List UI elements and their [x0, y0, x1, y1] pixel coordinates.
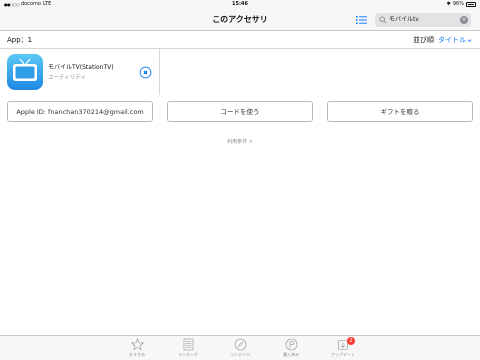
tab-featured[interactable]: おすすめ	[117, 338, 157, 360]
tab-purchased[interactable]: 購入済み	[271, 338, 311, 360]
star-icon	[130, 338, 144, 351]
status-bar: ●●○○○ docomo LTE 15:46 ✱ 96%	[0, 0, 480, 9]
sort-value: タイトル	[438, 36, 466, 44]
compass-icon	[234, 338, 246, 351]
battery-icon	[466, 2, 476, 7]
bluetooth-icon: ✱	[446, 1, 451, 7]
app-name[interactable]: モバイルTV(StationTV)	[48, 62, 114, 71]
tab-ranking[interactable]: ランキング	[168, 338, 208, 360]
send-gift-button[interactable]: ギフトを贈る	[327, 101, 473, 122]
search-input[interactable]: モバイルtv	[389, 13, 419, 27]
navigation-bar: このアクセサリ モバイルtv ×	[0, 9, 480, 31]
chevron-down-icon	[467, 38, 472, 42]
list-view-icon[interactable]	[356, 15, 367, 25]
app-count: App：1	[7, 36, 33, 44]
download-progress-icon[interactable]	[139, 66, 152, 79]
tab-label: コンテンツ	[230, 352, 250, 357]
purchased-icon	[285, 338, 297, 351]
apple-id-button[interactable]: Apple ID: fnanchan370214@gmail.com	[7, 101, 153, 122]
redeem-code-button[interactable]: コードを使う	[167, 101, 313, 122]
terms-link[interactable]: 利用条件 >	[0, 138, 480, 145]
update-count-badge: 2	[347, 337, 355, 345]
app-list-item[interactable]: モバイルTV(StationTV) ユーティリティ	[0, 49, 160, 95]
clear-icon[interactable]: ×	[460, 16, 468, 24]
tab-updates[interactable]: 2 アップデート	[323, 337, 363, 360]
app-icon[interactable]	[7, 54, 43, 90]
tab-explore[interactable]: コンテンツ	[220, 338, 260, 360]
results-header: App：1 並び順 タイトル	[0, 31, 480, 49]
tab-label: ランキング	[178, 352, 198, 357]
status-time: 15:46	[232, 1, 248, 7]
tab-bar: おすすめ ランキング コンテンツ 購入済み 2 アップデート	[0, 335, 480, 360]
sort-control[interactable]: 並び順 タイトル	[413, 31, 472, 49]
search-icon	[379, 16, 387, 24]
list-icon	[183, 338, 193, 351]
app-category: ユーティリティ	[48, 75, 86, 81]
tv-icon	[13, 58, 37, 81]
sort-label: 並び順	[413, 36, 434, 44]
search-field[interactable]: モバイルtv ×	[375, 13, 471, 27]
battery-percent: 96%	[452, 1, 464, 7]
tab-label: アップデート	[331, 352, 355, 357]
tab-label: 購入済み	[283, 352, 299, 357]
tab-label: おすすめ	[129, 352, 145, 357]
sort-dropdown[interactable]: タイトル	[438, 31, 472, 49]
